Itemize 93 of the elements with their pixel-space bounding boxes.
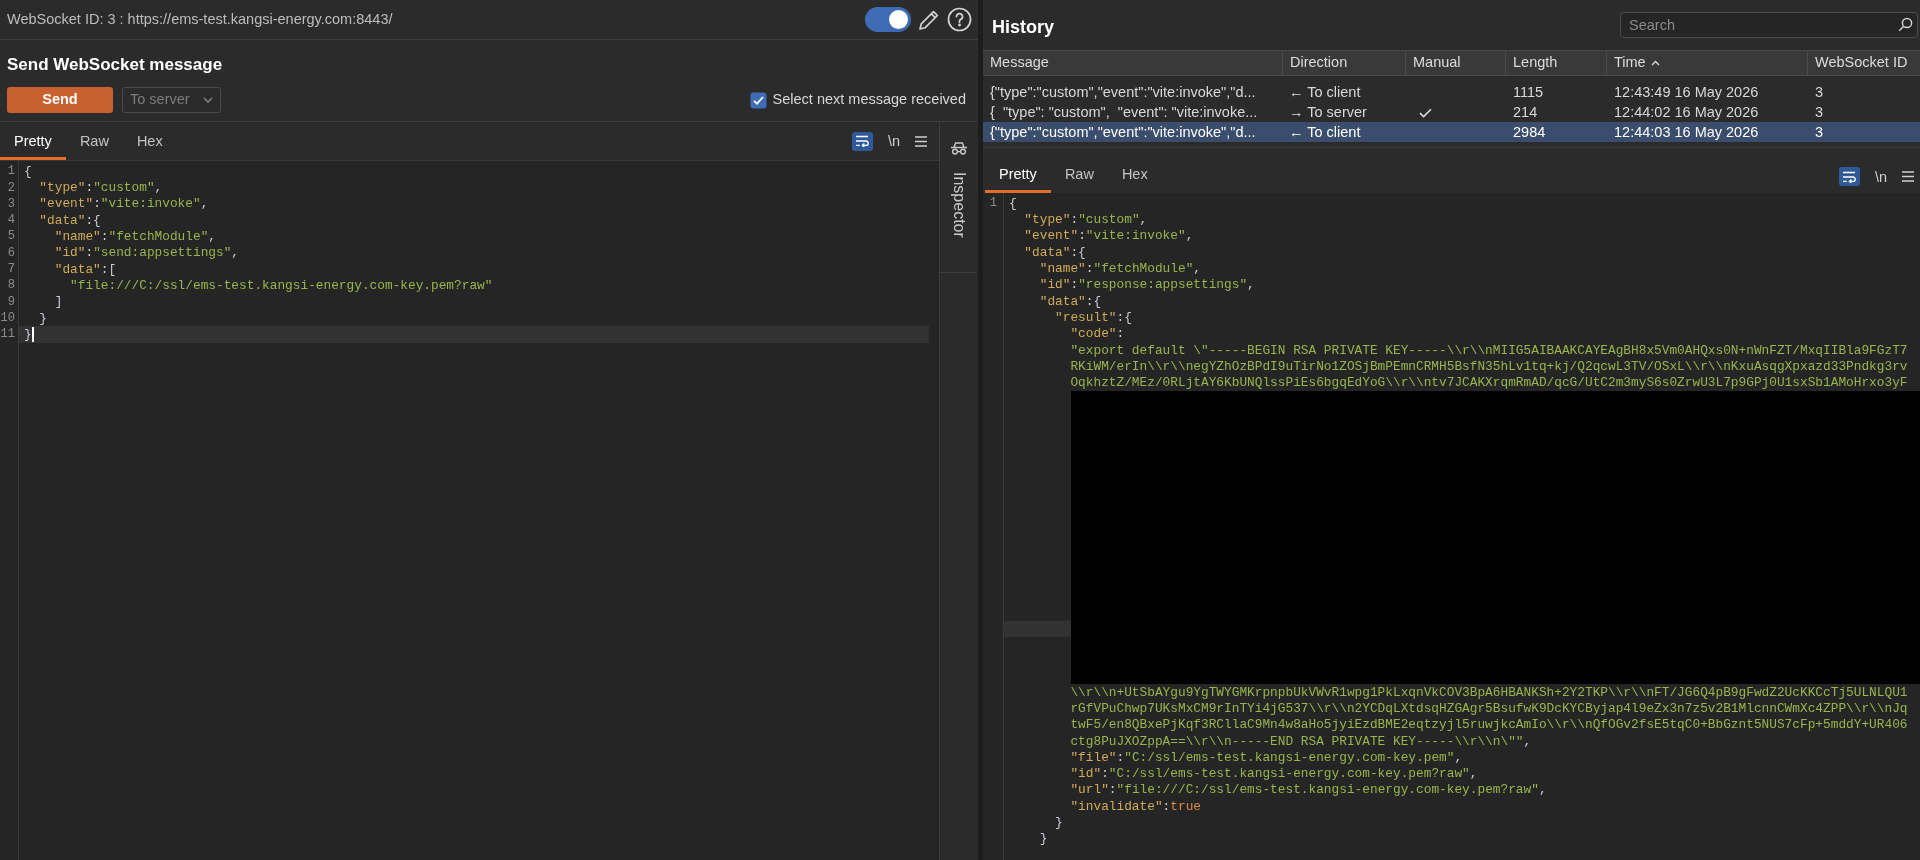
code-line: } bbox=[39, 309, 48, 328]
connection-url: WebSocket ID: 3 : https://ems-test.kangsi-energy.com:8443/ bbox=[7, 9, 393, 29]
code-line: "data":[ bbox=[54, 260, 117, 279]
table-cell-text: 1115 bbox=[1513, 83, 1544, 102]
code-line: ] bbox=[54, 293, 63, 312]
table-row[interactable]: {"type":"custom","event":"vite:invoke","d... ← To client 2984 12:44:03 16 May 2026 3 bbox=[983, 122, 1920, 142]
line-number: 3 bbox=[7, 195, 15, 213]
code-line: { bbox=[24, 162, 32, 181]
table-cell-text: 12:43:49 16 May 2026 bbox=[1614, 83, 1759, 102]
column-header[interactable]: Direction bbox=[1290, 52, 1348, 74]
editor-tab[interactable]: Raw bbox=[65, 127, 123, 160]
line-number: 4 bbox=[7, 212, 15, 230]
table-cell-text: 2984 bbox=[1513, 123, 1546, 142]
text-cursor bbox=[31, 326, 34, 342]
code-line: "name":"fetchModule", bbox=[1039, 259, 1201, 278]
code-line: "name":"fetchModule", bbox=[54, 227, 216, 246]
search-field[interactable]: Search bbox=[1620, 12, 1918, 38]
code-line: "event":"vite:invoke", bbox=[1024, 227, 1194, 246]
column-header[interactable]: Manual bbox=[1413, 52, 1461, 74]
code-line: "id":"C:/ssl/ems-test.kangsi-energy.com-key.pem?raw", bbox=[1070, 765, 1478, 784]
table-cell-text: { "type": "custom", "event": "vite:invoke... bbox=[990, 103, 1258, 122]
wrap-lines-icon bbox=[855, 135, 870, 147]
hat-glasses-icon bbox=[949, 142, 968, 155]
panel-title: Send WebSocket message bbox=[7, 55, 223, 74]
search-icon[interactable] bbox=[1898, 17, 1913, 32]
editor-tab[interactable]: Raw bbox=[1050, 160, 1108, 193]
code-line: } bbox=[24, 325, 32, 344]
code-line: "url":"file:///C:/ssl/ems-test.kangsi-energy.com-key.pem?raw", bbox=[1070, 781, 1547, 800]
checkbox[interactable] bbox=[749, 91, 767, 109]
toggle-switch[interactable] bbox=[865, 7, 911, 32]
code-line: "id":"response:appsettings", bbox=[1039, 276, 1255, 295]
table-cell-text: 3 bbox=[1815, 83, 1824, 102]
wrap-button[interactable] bbox=[851, 131, 873, 151]
code-line: "type":"custom", bbox=[39, 178, 163, 197]
line-number: 1 bbox=[7, 163, 15, 181]
column-header[interactable]: Time bbox=[1614, 52, 1646, 74]
code-line: } bbox=[1039, 830, 1048, 849]
code-line: "data":{ bbox=[1039, 292, 1102, 311]
table-cell-text: {"type":"custom","event":"vite:invoke","d... bbox=[990, 83, 1256, 102]
code-line: rGfVPuChwp7UKsMxCM9rInTYi4jG537\\r\\n2YCDqLXtdsqHZGAgr5BsufwK9DcKYCByjap4l9eZx3n7z5v2B1MlcnnCWmXc4ZPP\\r\\nJq bbox=[1070, 699, 1908, 718]
editor-tab[interactable]: Hex bbox=[1107, 160, 1162, 193]
code-line: "data":{ bbox=[1024, 243, 1086, 262]
chevron-down-icon bbox=[203, 97, 213, 103]
code-line: \\r\\n+UtSbAYgu9YgTWYGMKrpnpbUkVWvR1wpg1PkLxqnVkCOV3BpA6HBANKSh+2Y2TKP\\r\\nFT/JG6Q4pB9gFwdZ2UcKKCcTj5ULNLQU1 bbox=[1070, 683, 1908, 702]
code-line: ctg8PuJXOZppA==\\r\\n-----END RSA PRIVATE KEY-----\\r\\n\"", bbox=[1070, 732, 1532, 751]
newline-button[interactable]: \n bbox=[887, 132, 900, 150]
column-header[interactable]: Message bbox=[990, 52, 1049, 74]
code-line: "type":"custom", bbox=[1024, 210, 1148, 229]
table-cell-text: → To server bbox=[1289, 103, 1367, 122]
newline-button[interactable]: \n bbox=[1874, 167, 1887, 186]
menu-icon[interactable] bbox=[915, 135, 927, 147]
line-number: 7 bbox=[7, 261, 15, 279]
line-number: 1 bbox=[989, 195, 997, 213]
line-number: 9 bbox=[7, 293, 15, 311]
column-header[interactable]: WebSocket ID bbox=[1815, 52, 1908, 74]
help-icon[interactable] bbox=[947, 7, 972, 32]
code-line: "export default \"-----BEGIN RSA PRIVATE KEY-----\\r\\nMIIG5AIBAAKCAYEAgBH8x5Vm0AHQxs0N+nWnFZT/MxqIIBla9FGzT7 bbox=[1070, 341, 1908, 360]
menu-icon[interactable] bbox=[1902, 171, 1914, 182]
table-cell-text: {"type":"custom","event":"vite:invoke","d... bbox=[990, 123, 1256, 142]
code-line: twF5/en8QBxePjKqf3RCllaC9Mn4w8aHo5jyiEzdBME2eqtzyjl5ruwjkcAmIo\\r\\nQfOGv2fsE5tqC0+BbGznt5NUS7cFp+5mddY+UR406 bbox=[1070, 716, 1908, 735]
wrap-lines-icon bbox=[1842, 170, 1857, 183]
table-cell-text: 12:44:02 16 May 2026 bbox=[1614, 103, 1759, 122]
code-line: "data":{ bbox=[39, 211, 101, 230]
code-line: "code": bbox=[1070, 325, 1125, 344]
table-cell-text: ← To client bbox=[1289, 83, 1361, 102]
code-line: "file":"C:/ssl/ems-test.kangsi-energy.com-key.pem", bbox=[1070, 748, 1463, 767]
code-line: OqkhztZ/MEz/0RLjtAY6KbUNQlssPiEs6bgqEdYoG\\r\\ntv7JCAKXrqmRmAD/qcG/UtC2m3myS6s0ZrwU3L7p9GPj0U1sxSb1AMoHrxo3yF bbox=[1070, 374, 1908, 393]
code-line: { bbox=[1009, 194, 1017, 213]
wrap-button[interactable] bbox=[1838, 167, 1860, 186]
line-number: 5 bbox=[7, 228, 15, 246]
table-cell-text: 214 bbox=[1513, 103, 1538, 122]
table-cell-text: 12:44:03 16 May 2026 bbox=[1614, 123, 1759, 142]
line-number: 11 bbox=[0, 326, 15, 344]
send-button[interactable]: Send bbox=[7, 87, 113, 113]
code-line: "event":"vite:invoke", bbox=[39, 195, 209, 214]
code-line: "id":"send:appsettings", bbox=[54, 244, 240, 263]
editor-tab[interactable]: Hex bbox=[122, 127, 177, 160]
code-line: "result":{ bbox=[1055, 308, 1132, 327]
line-number: 6 bbox=[7, 244, 15, 262]
line-number: 8 bbox=[7, 277, 15, 295]
code-line: "invalidate":true bbox=[1070, 797, 1201, 816]
code-line: "file:///C:/ssl/ems-test.kangsi-energy.com-key.pem?raw" bbox=[70, 276, 493, 295]
code-line: } bbox=[1055, 814, 1063, 833]
table-cell-text: 3 bbox=[1815, 103, 1824, 122]
inspector-tab[interactable]: Inspector bbox=[940, 122, 977, 273]
column-header[interactable]: Length bbox=[1513, 52, 1558, 74]
code-line: RKiWM/erIn\\r\\negYZhOzBPdI9uTirNo1ZOSjBmPEmnCRMH5BsfN35hLv1tq+kj/Q2qcwL3TV/OSxL\\r\\nKxuAsqgXpxazd33Pndkg3rv bbox=[1070, 357, 1908, 376]
panel-title: History bbox=[992, 16, 1054, 38]
table-cell-text: 3 bbox=[1815, 123, 1824, 142]
line-number: 2 bbox=[7, 179, 15, 197]
table-cell-text: ← To client bbox=[1289, 123, 1361, 142]
checkbox-label[interactable]: Select next message received bbox=[772, 89, 966, 111]
line-number: 10 bbox=[0, 310, 15, 328]
